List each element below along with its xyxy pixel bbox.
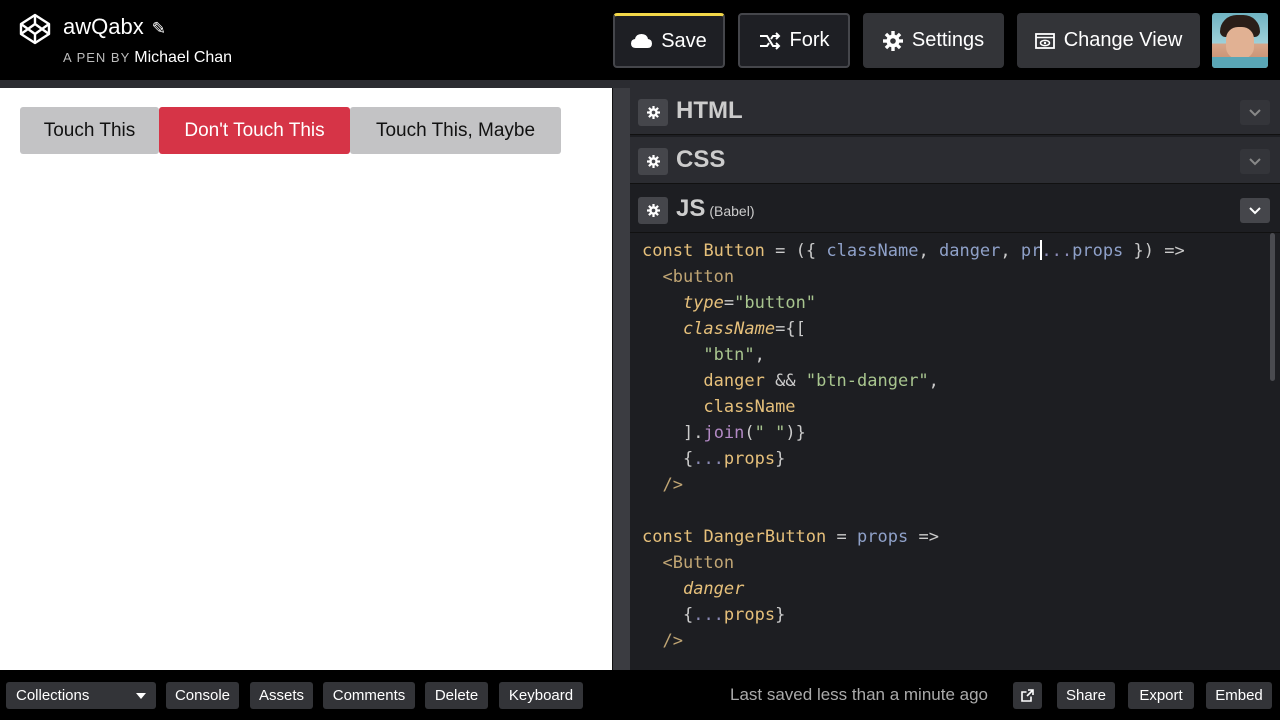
embed-button[interactable]: Embed — [1206, 682, 1272, 709]
code-line: const Button = ({ className, danger, pr.… — [642, 240, 1185, 261]
header-divider — [0, 80, 1280, 88]
settings-button[interactable]: Settings — [863, 13, 1004, 68]
code-line: ].join(" ")} — [682, 423, 806, 443]
css-editor-title: CSS — [676, 146, 726, 173]
chevron-down-icon — [1249, 206, 1261, 214]
save-button[interactable]: Save — [613, 13, 725, 68]
preview-button-dont-touch-this[interactable]: Don't Touch This — [159, 107, 350, 154]
pen-byline: A PEN BY Michael Chan — [63, 49, 232, 67]
code-line: /> — [662, 631, 683, 651]
js-title-text: JS — [676, 195, 706, 222]
fork-icon — [759, 31, 780, 50]
code-line: const DangerButton = props => — [642, 527, 939, 547]
js-code-editor[interactable]: const Button = ({ className, danger, pr.… — [642, 238, 1185, 654]
caret-down-icon — [136, 692, 146, 699]
code-line: className — [703, 397, 796, 417]
open-external-button[interactable] — [1013, 682, 1042, 709]
save-status: Last saved less than a minute ago — [730, 685, 988, 704]
save-label: Save — [661, 29, 707, 52]
preview-pane — [0, 88, 612, 670]
change-view-button[interactable]: Change View — [1017, 13, 1200, 68]
console-button[interactable]: Console — [166, 682, 239, 709]
preview-button-touch-this-maybe[interactable]: Touch This, Maybe — [350, 107, 561, 154]
editors-pane: HTML CSS JS (Babel) const Button = ({ cla… — [630, 88, 1280, 670]
assets-button[interactable]: Assets — [250, 682, 313, 709]
eye-window-icon — [1034, 32, 1055, 49]
html-collapse-button[interactable] — [1240, 100, 1270, 125]
code-line: <Button — [662, 553, 735, 573]
collections-dropdown[interactable]: Collections — [6, 682, 156, 709]
code-line: <button — [662, 267, 735, 287]
js-editor-title: JS (Babel) — [676, 195, 755, 223]
comments-button[interactable]: Comments — [323, 682, 415, 709]
html-settings-button[interactable] — [638, 99, 668, 126]
js-preprocessor-label: (Babel) — [709, 203, 755, 219]
chevron-down-icon — [1249, 108, 1261, 116]
top-bar: awQabx ✎ A PEN BY Michael Chan Save Fork S… — [0, 0, 1280, 80]
html-editor-title: HTML — [676, 97, 743, 124]
delete-button[interactable]: Delete — [425, 682, 488, 709]
export-button[interactable]: Export — [1128, 682, 1194, 709]
js-settings-button[interactable] — [638, 197, 668, 224]
css-editor-header[interactable]: CSS — [630, 137, 1280, 184]
codepen-logo-icon[interactable] — [18, 12, 52, 46]
change-view-label: Change View — [1063, 29, 1183, 51]
css-collapse-button[interactable] — [1240, 149, 1270, 174]
collections-label: Collections — [16, 687, 90, 704]
gear-icon — [646, 106, 660, 119]
bottom-bar: Collections Console Assets Comments Dele… — [0, 670, 1280, 720]
avatar[interactable] — [1212, 13, 1268, 68]
share-button[interactable]: Share — [1057, 682, 1115, 709]
preview-button-touch-this[interactable]: Touch This — [20, 107, 159, 154]
css-settings-button[interactable] — [638, 148, 668, 175]
code-line: "btn", — [703, 345, 765, 365]
code-line: {...props} — [682, 449, 786, 469]
chevron-down-icon — [1249, 157, 1261, 165]
gear-icon — [646, 155, 660, 168]
pen-title[interactable]: awQabx ✎ — [63, 14, 166, 40]
js-collapse-button[interactable] — [1240, 198, 1270, 223]
code-line: className={[ — [682, 319, 806, 339]
code-line: danger && "btn-danger", — [703, 371, 939, 391]
gear-icon — [646, 204, 660, 217]
js-editor-header[interactable]: JS (Babel) — [630, 186, 1280, 233]
external-link-icon — [1021, 689, 1034, 702]
fork-button[interactable]: Fork — [738, 13, 850, 68]
fork-label: Fork — [789, 29, 830, 51]
pencil-icon[interactable]: ✎ — [152, 19, 166, 39]
author-link[interactable]: Michael Chan — [134, 49, 232, 66]
gear-icon — [882, 30, 903, 51]
code-line: danger — [682, 579, 745, 599]
settings-label: Settings — [911, 29, 985, 51]
pen-by-label: A PEN BY — [63, 50, 131, 65]
pen-title-text[interactable]: awQabx — [63, 14, 144, 39]
code-line: /> — [662, 475, 683, 495]
code-line: type="button" — [682, 293, 817, 313]
cloud-icon — [631, 34, 653, 48]
editor-scrollbar[interactable] — [1270, 233, 1275, 381]
pane-resizer[interactable] — [612, 88, 630, 670]
html-editor-header[interactable]: HTML — [630, 88, 1280, 135]
keyboard-button[interactable]: Keyboard — [499, 682, 583, 709]
code-line: {...props} — [682, 605, 786, 625]
